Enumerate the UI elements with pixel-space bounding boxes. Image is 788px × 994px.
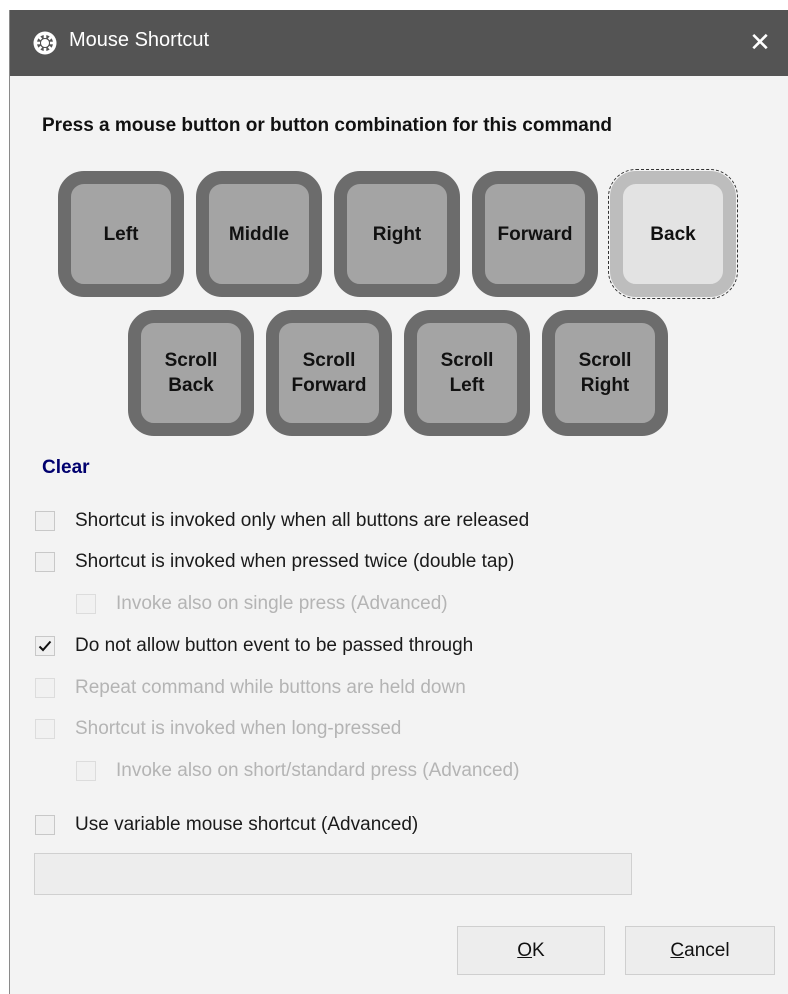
variable-shortcut-field[interactable]	[34, 853, 632, 895]
title-bar: Mouse Shortcut ✕	[10, 10, 788, 76]
option-no-passthrough[interactable]: Do not allow button event to be passed t…	[35, 635, 473, 657]
checkbox[interactable]	[35, 552, 55, 572]
checkbox	[35, 719, 55, 739]
mouse-button-middle[interactable]: Middle	[196, 171, 322, 297]
option-variable-shortcut[interactable]: Use variable mouse shortcut (Advanced)	[35, 814, 418, 836]
clear-link[interactable]: Clear	[42, 457, 90, 479]
option-single-press: Invoke also on single press (Advanced)	[76, 593, 448, 615]
mouse-button-scroll-back[interactable]: Scroll Back	[128, 310, 254, 436]
option-label: Invoke also on single press (Advanced)	[116, 593, 448, 614]
instruction-text: Press a mouse button or button combinati…	[42, 115, 613, 136]
checkbox	[35, 678, 55, 698]
checkbox	[76, 594, 96, 614]
mouse-button-scroll-right[interactable]: Scroll Right	[542, 310, 668, 436]
window-title: Mouse Shortcut	[69, 29, 210, 51]
checkbox	[76, 761, 96, 781]
option-label: Invoke also on short/standard press (Adv…	[116, 760, 520, 781]
option-label: Repeat command while buttons are held do…	[75, 677, 466, 698]
option-repeat-held: Repeat command while buttons are held do…	[35, 677, 466, 699]
checkbox[interactable]	[35, 815, 55, 835]
mouse-button-forward[interactable]: Forward	[472, 171, 598, 297]
ok-button[interactable]: OK	[457, 926, 605, 975]
checkbox[interactable]	[35, 511, 55, 531]
mouse-button-right[interactable]: Right	[334, 171, 460, 297]
gear-icon	[33, 31, 57, 55]
option-double-tap[interactable]: Shortcut is invoked when pressed twice (…	[35, 551, 514, 573]
option-label: Use variable mouse shortcut (Advanced)	[75, 814, 419, 835]
option-label: Shortcut is invoked when pressed twice (…	[75, 551, 515, 572]
option-long-press: Shortcut is invoked when long-pressed	[35, 718, 401, 740]
option-label: Do not allow button event to be passed t…	[75, 635, 474, 656]
option-label: Shortcut is invoked only when all button…	[75, 510, 530, 531]
mouse-button-scroll-left[interactable]: Scroll Left	[404, 310, 530, 436]
cancel-button[interactable]: Cancel	[625, 926, 775, 975]
mouse-button-left[interactable]: Left	[58, 171, 184, 297]
close-icon[interactable]: ✕	[732, 10, 788, 76]
mouse-button-back[interactable]: Back	[608, 169, 738, 299]
option-release-all[interactable]: Shortcut is invoked only when all button…	[35, 510, 529, 532]
mouse-shortcut-dialog: Mouse Shortcut ✕ Press a mouse button or…	[9, 10, 788, 994]
option-label: Shortcut is invoked when long-pressed	[75, 718, 402, 739]
checkmark-icon	[38, 640, 52, 652]
mouse-button-scroll-forward[interactable]: Scroll Forward	[266, 310, 392, 436]
checkbox[interactable]	[35, 636, 55, 656]
option-short-press: Invoke also on short/standard press (Adv…	[76, 760, 519, 782]
